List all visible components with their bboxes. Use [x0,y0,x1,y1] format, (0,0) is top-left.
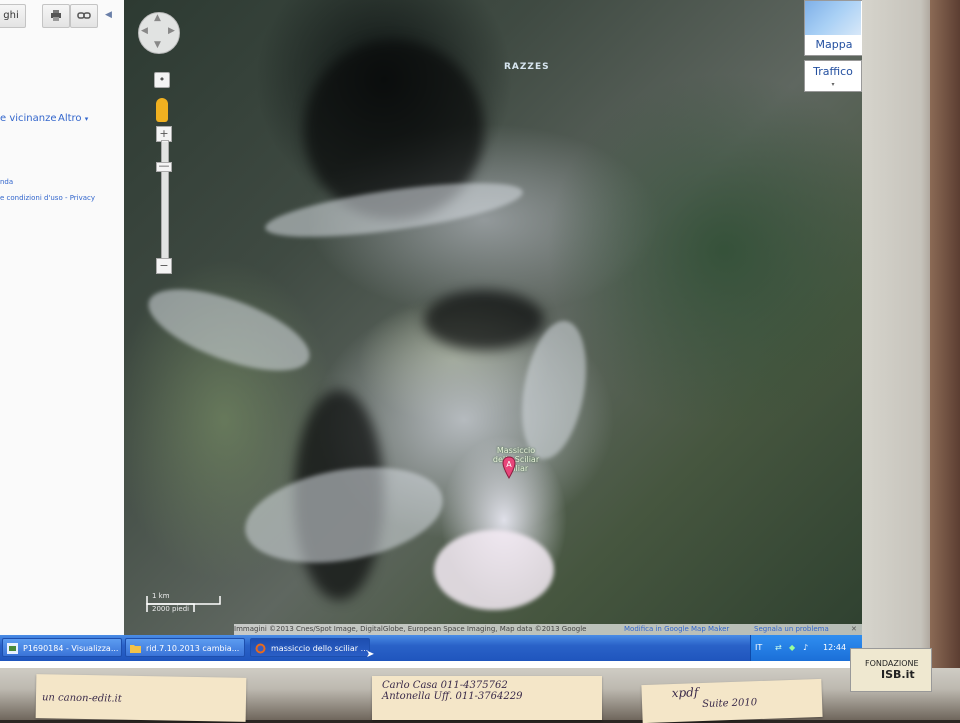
marker-title-line: Sciliar [503,464,529,473]
sticker-text: ISB.it [881,668,915,681]
sticky-note: un canon-edit.it [35,674,247,722]
security-icon[interactable]: ◆ [789,643,795,652]
pan-up-icon[interactable]: ▲ [154,13,161,23]
marker-title-line: Massiccio [496,446,536,455]
print-button[interactable] [42,4,70,28]
partial-button-label: ghi [3,10,19,21]
marker-letter: A [506,460,512,469]
taskbar-item-label: rid.7.10.2013 cambia... [146,644,240,653]
firefox-icon [255,643,266,654]
map-type-label: Mappa [815,38,853,51]
sticky-note-text: Antonella Uff. 011-3764229 [382,691,523,702]
pan-right-icon[interactable]: ▶ [168,26,175,36]
pan-left-icon[interactable]: ◀ [141,26,148,36]
map-scale: 1 km 2000 piedi [146,592,226,620]
pan-down-icon[interactable]: ▼ [154,40,161,50]
sticker-text: FONDAZIONE [865,659,919,668]
pan-control[interactable]: ▲ ▼ ◀ ▶ [138,12,180,54]
sticky-note: xpdf Suite 2010 [641,678,823,723]
traffic-label: Traffico [813,65,853,78]
locate-button[interactable]: • [154,72,170,88]
map-ridge [237,453,451,577]
taskbar-item-viewer[interactable]: P1690184 - Visualizza... [2,638,122,657]
scale-label-bottom: 2000 piedi [152,605,190,613]
collapse-panel-icon[interactable]: ◀ [105,10,112,20]
language-indicator[interactable]: IT [755,643,762,652]
marker-title: Massiccio dello Sciliar Sciliar [486,446,546,473]
map-ridge [138,272,320,388]
screen: ghi ◀ e vicinanze Altro ▾ nda e condizio… [0,0,862,668]
attribution-text: Immagini ©2013 Cnes/Spot Image, DigitalG… [234,625,587,633]
link-icon [77,12,91,19]
taskbar: P1690184 - Visualizza... rid.7.10.2013 c… [0,635,862,661]
map-thumbnail [805,1,861,35]
system-tray: IT ⇄ ◆ ♪ 12:44 [750,635,862,661]
traffic-button[interactable]: Traffico ▾ [804,60,862,92]
folder-icon [130,645,141,653]
taskbar-item-label: P1690184 - Visualizza... [23,644,119,653]
map-maker-link[interactable]: Modifica in Google Map Maker [624,624,729,635]
print-icon [51,10,61,21]
terms-privacy-link[interactable]: e condizioni d'uso - Privacy [0,194,95,202]
clock[interactable]: 12:44 [823,643,846,652]
volume-icon[interactable]: ♪ [803,643,808,652]
place-label: RAZZES [504,62,550,72]
sticker-label: FONDAZIONE ISB.it [850,648,932,692]
map-type-button[interactable]: Mappa [804,0,862,56]
link-button[interactable] [70,4,98,28]
image-viewer-icon [7,643,18,654]
background-wall [930,0,960,720]
zoom-out-button[interactable]: − [156,258,172,274]
network-icon[interactable]: ⇄ [775,643,782,652]
satellite-map[interactable]: RAZZES Massiccio dello Sciliar Sciliar A… [124,0,862,635]
map-shadow-area [424,290,544,350]
taskbar-item-browser[interactable]: massiccio dello sciliar ... [250,638,370,657]
map-snow [434,530,554,610]
more-link-label: Altro [58,113,82,124]
taskbar-item-folder[interactable]: rid.7.10.2013 cambia... [125,638,245,657]
close-icon[interactable]: ✕ [851,624,857,635]
nearby-link[interactable]: e vicinanze [0,113,57,124]
maps-side-panel: ghi ◀ e vicinanze Altro ▾ nda e condizio… [0,0,125,635]
map-attribution-bar: Immagini ©2013 Cnes/Spot Image, DigitalG… [234,624,862,635]
report-problem-link[interactable]: Segnala un problema [754,624,829,635]
snippet-link[interactable]: nda [0,178,13,186]
location-pin-icon[interactable]: A [502,456,516,480]
zoom-slider-handle[interactable]: — [156,160,172,172]
taskbar-item-label: massiccio dello sciliar ... [271,644,369,653]
chevron-down-icon: ▾ [831,81,835,88]
partial-button[interactable]: ghi [0,4,26,28]
chevron-down-icon: ▾ [84,115,89,123]
mouse-cursor-icon: ➤ [366,649,375,660]
sticky-note-text: Carlo Casa 011-4375762 [382,680,508,691]
sticky-note-text: un canon-edit.it [41,692,122,705]
marker-title-line: dello Sciliar [492,455,540,464]
pegman-icon[interactable] [156,98,168,122]
more-link[interactable]: Altro ▾ [58,113,88,124]
sticky-note: Carlo Casa 011-4375762 Antonella Uff. 01… [372,676,602,720]
scale-label-top: 1 km [152,592,170,600]
